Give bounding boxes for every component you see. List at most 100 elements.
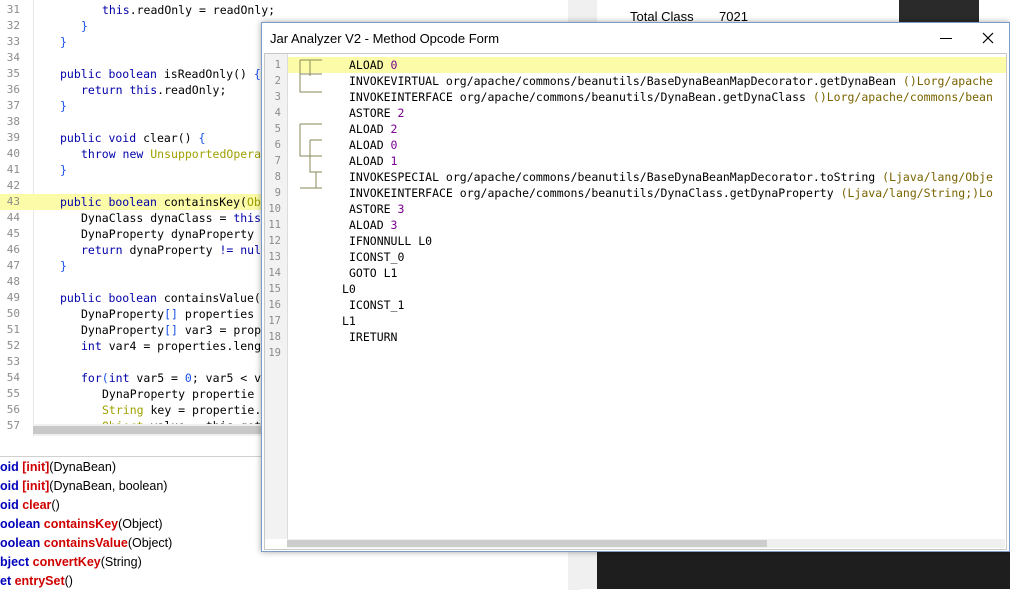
opcode-line: 5 ALOAD 2 bbox=[265, 121, 1006, 137]
line-number: 18 bbox=[268, 331, 281, 343]
minimize-icon bbox=[940, 38, 952, 39]
code-token: isReadOnly() bbox=[163, 67, 254, 81]
line-number: 45 bbox=[6, 227, 20, 240]
line-number: 54 bbox=[6, 371, 20, 384]
code-text: } bbox=[60, 98, 67, 114]
code-token: 3 bbox=[390, 218, 398, 232]
code-text: public boolean containsValue( bbox=[60, 290, 261, 306]
method-list-item[interactable]: oid [init](DynaBean) bbox=[0, 458, 116, 477]
opcode-text: INVOKEVIRTUAL org/apache/commons/beanuti… bbox=[349, 73, 993, 89]
opcode-line: 19 bbox=[265, 345, 1006, 361]
line-number: 1 bbox=[274, 59, 281, 71]
method-list-item[interactable]: oid [init](DynaBean, boolean) bbox=[0, 477, 167, 496]
opcode-text: ALOAD 0 bbox=[349, 137, 397, 153]
dark-panel bbox=[597, 550, 1010, 589]
method-args: (Object) bbox=[127, 536, 173, 550]
line-number: 52 bbox=[6, 339, 20, 352]
method-list-item[interactable]: oolean containsKey(Object) bbox=[0, 515, 163, 534]
code-token: containsValue( bbox=[163, 291, 261, 305]
code-text: } bbox=[81, 18, 88, 34]
opcode-editor[interactable]: 1 ALOAD 0 2 INVOKEVIRTUAL org/apache/common… bbox=[264, 53, 1007, 550]
line-number: 48 bbox=[6, 275, 20, 288]
opcode-line: 8 INVOKESPECIAL org/apache/commons/beanut… bbox=[265, 169, 1006, 185]
code-token: return this bbox=[81, 83, 158, 97]
code-token: var3 = prop bbox=[177, 323, 262, 337]
line-number: 47 bbox=[6, 259, 20, 272]
code-token: ALOAD bbox=[349, 218, 391, 232]
opcode-text: ALOAD 1 bbox=[349, 153, 397, 169]
method-name: convertKey bbox=[32, 555, 101, 569]
code-token: .readOnly = readOnly; bbox=[129, 3, 276, 17]
code-token: String bbox=[102, 403, 151, 417]
code-token: dynaProperty bbox=[129, 243, 220, 257]
method-args: () bbox=[51, 498, 60, 512]
code-text: DynaProperty[] properties bbox=[81, 306, 254, 322]
code-token: public boolean bbox=[60, 195, 164, 209]
method-ret: oolean bbox=[0, 517, 44, 531]
code-token: INVOKEINTERFACE org/apache/commons/beanu… bbox=[349, 186, 841, 200]
code-token: var4 = properties.leng bbox=[108, 339, 262, 353]
method-ret: oid bbox=[0, 498, 23, 512]
code-token: [] bbox=[164, 307, 178, 321]
line-number: 13 bbox=[268, 251, 281, 263]
control-flow-arrows bbox=[299, 59, 322, 189]
code-text: int var4 = properties.leng bbox=[81, 338, 261, 354]
line-number: 9 bbox=[274, 187, 281, 199]
scrollbar-thumb[interactable] bbox=[33, 426, 263, 434]
opcode-line: 9 INVOKEINTERFACE org/apache/commons/bean… bbox=[265, 185, 1006, 201]
opcode-line: 17 L1 bbox=[265, 313, 1006, 329]
code-token: 2 bbox=[390, 122, 398, 136]
method-list-item[interactable]: et entrySet() bbox=[0, 572, 73, 591]
code-token: } bbox=[60, 99, 67, 113]
method-ret: bject bbox=[0, 555, 33, 569]
code-line: 31 this.readOnly = readOnly; bbox=[0, 2, 580, 18]
method-name: [init] bbox=[22, 460, 50, 474]
opcode-line: 7 ALOAD 1 bbox=[265, 153, 1006, 169]
opcode-text: ICONST_1 bbox=[349, 297, 404, 313]
opcode-line: 6 ALOAD 0 bbox=[265, 137, 1006, 153]
method-list-item[interactable]: bject convertKey(String) bbox=[0, 553, 142, 572]
code-token: } bbox=[81, 19, 88, 33]
opcode-text: INVOKEINTERFACE org/apache/commons/beanu… bbox=[349, 89, 993, 105]
code-text: public boolean containsKey(Ob bbox=[60, 194, 261, 210]
close-button[interactable] bbox=[968, 23, 1008, 53]
code-token: int bbox=[81, 339, 109, 353]
code-token: public boolean bbox=[60, 291, 164, 305]
code-token: IFNONNULL L0 bbox=[349, 234, 433, 248]
opcode-text: ALOAD 3 bbox=[349, 217, 397, 233]
line-number: 15 bbox=[268, 283, 281, 295]
method-ret: oolean bbox=[0, 536, 44, 550]
line-number: 32 bbox=[6, 19, 20, 32]
line-number: 39 bbox=[6, 131, 20, 144]
code-token: DynaClass dynaClass = bbox=[81, 211, 234, 225]
code-text: DynaClass dynaClass = this bbox=[81, 210, 261, 226]
method-list-item[interactable]: oolean containsValue(Object) bbox=[0, 534, 172, 553]
line-number: 57 bbox=[6, 419, 20, 432]
method-opcode-dialog[interactable]: Jar Analyzer V2 - Method Opcode Form 1 AL… bbox=[261, 22, 1010, 552]
code-token: var5 = bbox=[136, 371, 185, 385]
opcode-line: 15 L0 bbox=[265, 281, 1006, 297]
opcode-line: 12 IFNONNULL L0 bbox=[265, 233, 1006, 249]
dialog-titlebar[interactable]: Jar Analyzer V2 - Method Opcode Form bbox=[262, 23, 1009, 53]
code-token: INVOKEVIRTUAL org/apache/commons/beanuti… bbox=[349, 74, 903, 88]
opcode-text: IRETURN bbox=[349, 329, 397, 345]
minimize-button[interactable] bbox=[926, 23, 966, 53]
code-token: public void bbox=[60, 131, 144, 145]
method-list-item[interactable]: oid clear() bbox=[0, 496, 60, 515]
line-number: 5 bbox=[274, 123, 281, 135]
line-number: 49 bbox=[6, 291, 20, 304]
avatar bbox=[899, 0, 979, 22]
code-token: ()Lorg/apache/commons/bean bbox=[812, 90, 993, 104]
code-token: 2 bbox=[397, 106, 405, 120]
scrollbar-thumb[interactable] bbox=[287, 540, 767, 547]
code-token: .readOnly; bbox=[157, 83, 227, 97]
code-text: DynaProperty propertie bbox=[102, 386, 254, 402]
opcode-horizontal-scrollbar[interactable] bbox=[287, 539, 1005, 548]
code-token: GOTO L1 bbox=[349, 266, 398, 280]
code-token: DynaProperty propertie bbox=[102, 387, 255, 401]
opcode-text: ASTORE 3 bbox=[349, 201, 404, 217]
line-number: 4 bbox=[274, 107, 281, 119]
line-number: 6 bbox=[274, 139, 281, 151]
code-token: 1 bbox=[390, 154, 398, 168]
line-number: 42 bbox=[6, 179, 20, 192]
